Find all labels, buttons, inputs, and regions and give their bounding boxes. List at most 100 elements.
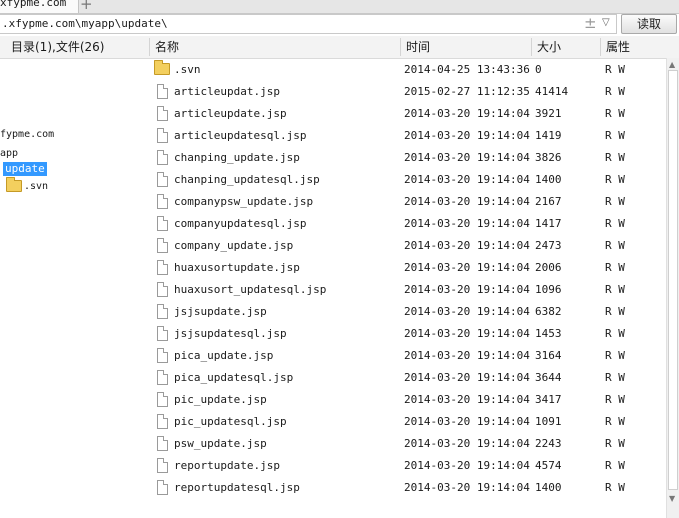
tree-node-update-selected[interactable]: update (3, 162, 47, 176)
column-divider[interactable] (600, 38, 601, 56)
column-header-size[interactable]: 大小 (537, 36, 561, 58)
file-icon (157, 326, 168, 341)
table-row[interactable]: pic_updatesql.jsp 2014-03-20 19:14:04 1091… (150, 410, 666, 432)
file-time: 2014-03-20 19:14:04 (404, 283, 530, 296)
file-attr: R W (605, 481, 625, 494)
table-row[interactable]: reportupdatesql.jsp 2014-03-20 19:14:04 14… (150, 476, 666, 498)
file-attr: R W (605, 393, 625, 406)
file-attr: R W (605, 371, 625, 384)
table-row[interactable]: .svn 2014-04-25 13:43:36 0 R W (150, 58, 666, 80)
file-size: 41414 (535, 85, 569, 98)
file-icon (157, 172, 168, 187)
path-text: .xfypme.com\myapp\update\ (2, 17, 168, 30)
table-row[interactable]: articleupdat.jsp 2015-02-27 11:12:35 41414… (150, 80, 666, 102)
file-attr: R W (605, 327, 625, 340)
file-size: 0 (535, 63, 542, 76)
file-size: 1400 (535, 173, 562, 186)
file-attr: R W (605, 459, 625, 472)
upload-icon[interactable]: ± (584, 14, 597, 32)
file-time: 2014-03-20 19:14:04 (404, 437, 530, 450)
file-icon (157, 216, 168, 231)
file-size: 3417 (535, 393, 562, 406)
file-attr: R W (605, 217, 625, 230)
vertical-scrollbar[interactable]: ▲ ▼ (666, 58, 679, 518)
column-divider[interactable] (531, 38, 532, 56)
table-row[interactable]: huaxusort_updatesql.jsp 2014-03-20 19:14:… (150, 278, 666, 300)
table-row[interactable]: companyupdatesql.jsp 2014-03-20 19:14:04 1… (150, 212, 666, 234)
file-time: 2014-03-20 19:14:04 (404, 459, 530, 472)
table-row[interactable]: articleupdatesql.jsp 2014-03-20 19:14:04 1… (150, 124, 666, 146)
file-size: 1400 (535, 481, 562, 494)
file-name: articleupdat.jsp (174, 85, 280, 98)
table-row[interactable]: jsjsupdatesql.jsp 2014-03-20 19:14:04 1453… (150, 322, 666, 344)
tab-bar: xfypme.com + (0, 0, 679, 14)
file-attr: R W (605, 195, 625, 208)
tree-node-svn[interactable]: .svn (24, 181, 48, 192)
file-icon (157, 106, 168, 121)
file-icon (157, 282, 168, 297)
scroll-up-icon[interactable]: ▲ (669, 60, 675, 69)
file-size: 2243 (535, 437, 562, 450)
file-icon (157, 414, 168, 429)
table-row[interactable]: psw_update.jsp 2014-03-20 19:14:04 2243 R W (150, 432, 666, 454)
file-name: companypsw_update.jsp (174, 195, 314, 208)
file-size: 1417 (535, 217, 562, 230)
folder-icon (154, 60, 170, 75)
file-name: pica_update.jsp (174, 349, 274, 362)
folder-icon (6, 177, 22, 192)
table-row[interactable]: reportupdate.jsp 2014-03-20 19:14:04 4574 R… (150, 454, 666, 476)
file-name: jsjsupdatesql.jsp (174, 327, 287, 340)
tree-node-site[interactable]: fypme.com (0, 129, 54, 140)
file-name: huaxusort_updatesql.jsp (174, 283, 327, 296)
file-icon (157, 370, 168, 385)
file-time: 2014-03-20 19:14:04 (404, 349, 530, 362)
file-name: chanping_update.jsp (174, 151, 300, 164)
tab-active[interactable]: xfypme.com (0, 0, 79, 13)
file-time: 2014-03-20 19:14:04 (404, 305, 530, 318)
file-time: 2014-03-20 19:14:04 (404, 151, 530, 164)
file-time: 2014-03-20 19:14:04 (404, 393, 530, 406)
table-row[interactable]: companypsw_update.jsp 2014-03-20 19:14:04… (150, 190, 666, 212)
file-attr: R W (605, 305, 625, 318)
column-header-attr[interactable]: 属性 (606, 36, 630, 58)
read-button[interactable]: 读取 (621, 14, 677, 34)
file-size: 1419 (535, 129, 562, 142)
table-row[interactable]: jsjsupdate.jsp 2014-03-20 19:14:04 6382 R W (150, 300, 666, 322)
file-attr: R W (605, 415, 625, 428)
file-time: 2014-03-20 19:14:04 (404, 239, 530, 252)
plus-icon[interactable]: + (80, 0, 93, 13)
dropdown-icon[interactable]: ▽ (602, 17, 610, 28)
table-row[interactable]: pica_update.jsp 2014-03-20 19:14:04 3164 R … (150, 344, 666, 366)
path-input[interactable]: .xfypme.com\myapp\update\ ± ▽ (0, 14, 617, 34)
file-icon (157, 260, 168, 275)
table-row[interactable]: pica_updatesql.jsp 2014-03-20 19:14:04 364… (150, 366, 666, 388)
column-header-name[interactable]: 名称 (155, 36, 179, 58)
file-size: 1453 (535, 327, 562, 340)
file-size: 1096 (535, 283, 562, 296)
table-row[interactable]: pic_update.jsp 2014-03-20 19:14:04 3417 R W (150, 388, 666, 410)
tree-node-app[interactable]: app (0, 148, 18, 159)
scrollbar-thumb[interactable] (668, 70, 678, 490)
file-attr: R W (605, 437, 625, 450)
file-icon (157, 128, 168, 143)
table-row[interactable]: chanping_updatesql.jsp 2014-03-20 19:14:0… (150, 168, 666, 190)
file-time: 2014-03-20 19:14:04 (404, 261, 530, 274)
table-row[interactable]: huaxusortupdate.jsp 2014-03-20 19:14:04 20… (150, 256, 666, 278)
file-attr: R W (605, 261, 625, 274)
file-attr: R W (605, 85, 625, 98)
file-time: 2014-03-20 19:14:04 (404, 107, 530, 120)
file-time: 2014-03-20 19:14:04 (404, 481, 530, 494)
file-attr: R W (605, 349, 625, 362)
file-attr: R W (605, 283, 625, 296)
scroll-down-icon[interactable]: ▼ (669, 494, 675, 503)
table-row[interactable]: company_update.jsp 2014-03-20 19:14:04 247… (150, 234, 666, 256)
column-divider[interactable] (400, 38, 401, 56)
file-size: 3921 (535, 107, 562, 120)
column-header-time[interactable]: 时间 (406, 36, 430, 58)
file-size: 2473 (535, 239, 562, 252)
table-row[interactable]: chanping_update.jsp 2014-03-20 19:14:04 38… (150, 146, 666, 168)
file-time: 2014-03-20 19:14:04 (404, 371, 530, 384)
column-divider[interactable] (149, 38, 150, 56)
table-row[interactable]: articleupdate.jsp 2014-03-20 19:14:04 3921… (150, 102, 666, 124)
file-time: 2014-03-20 19:14:04 (404, 195, 530, 208)
